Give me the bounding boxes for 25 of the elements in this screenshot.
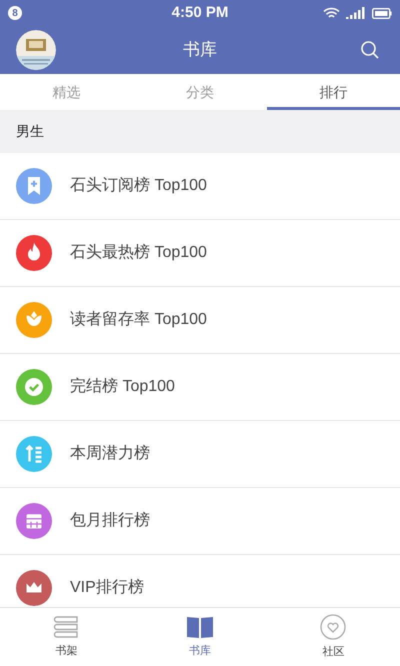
- ranking-item[interactable]: 本周潜力榜: [0, 421, 400, 488]
- notification-count: 8: [8, 6, 22, 20]
- ranking-item[interactable]: 石头最热榜 Top100: [0, 220, 400, 287]
- battery-icon: [372, 8, 392, 18]
- nav-tab[interactable]: 书架: [0, 608, 134, 666]
- ranking-label: VIP排行榜: [70, 578, 144, 598]
- open-book-icon: [186, 614, 214, 639]
- signal-icon: [346, 7, 366, 19]
- header-title: 书库: [183, 39, 217, 62]
- search-icon: [360, 40, 380, 60]
- ranking-label: 石头最热榜 Top100: [70, 242, 207, 263]
- ranking-label: 本周潜力榜: [70, 444, 150, 464]
- ranking-label: 读者留存率 Top100: [70, 310, 207, 330]
- ranking-item[interactable]: 读者留存率 Top100: [0, 287, 400, 354]
- ranking-item[interactable]: 包月排行榜: [0, 488, 400, 555]
- ranking-item[interactable]: 完结榜 Top100: [0, 354, 400, 421]
- nav-tab[interactable]: 书库: [133, 608, 267, 666]
- status-time: 4:50 PM: [172, 2, 228, 23]
- ranking-label: 完结榜 Top100: [70, 376, 175, 397]
- nav-tab[interactable]: 社区: [266, 608, 400, 666]
- section-title: 男生: [16, 122, 44, 141]
- ranking-label: 包月排行榜: [70, 510, 150, 531]
- ranking-item[interactable]: 石头订阅榜 Top100: [0, 153, 400, 220]
- wifi-icon: [323, 6, 340, 20]
- ranking-label: 石头订阅榜 Top100: [70, 176, 207, 196]
